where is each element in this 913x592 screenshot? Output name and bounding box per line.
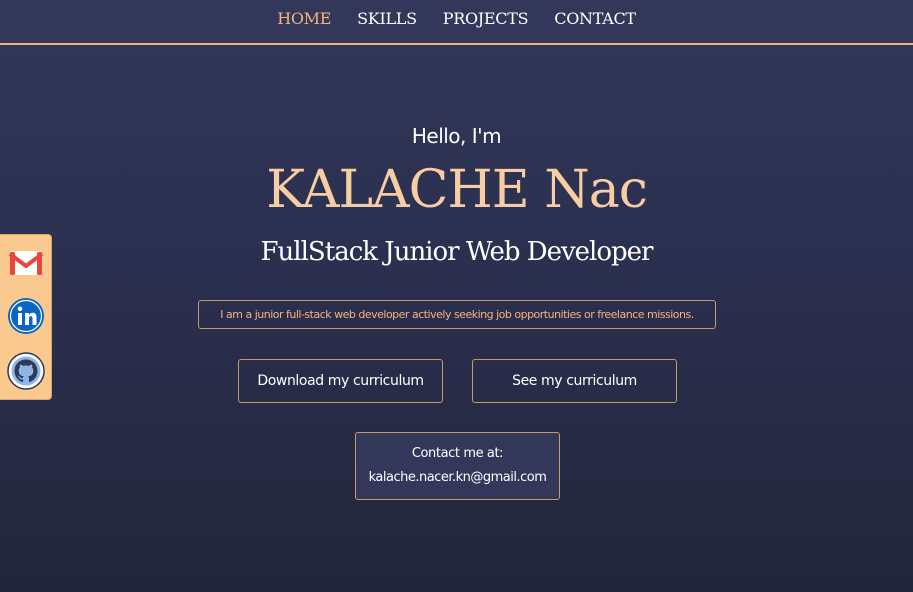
tagline-text: I am a junior full-stack web developer a… — [220, 308, 694, 321]
linkedin-icon[interactable] — [7, 297, 45, 335]
nav-item-projects[interactable]: PROJECTS — [443, 9, 529, 28]
developer-name: KALACHE Nac — [266, 160, 648, 220]
greeting: Hello, I'm — [411, 124, 502, 148]
nav-item-home[interactable]: HOME — [277, 9, 331, 28]
contact-label: Contact me at: — [411, 446, 504, 461]
contact-email: kalache.nacer.kn@gmail.com — [368, 470, 547, 485]
see-curriculum-button[interactable]: See my curriculum — [472, 359, 677, 403]
github-icon[interactable] — [7, 352, 45, 390]
download-curriculum-button[interactable]: Download my curriculum — [238, 359, 443, 403]
tagline-box: I am a junior full-stack web developer a… — [198, 300, 716, 329]
nav-links: HOME SKILLS PROJECTS CONTACT — [0, 9, 913, 28]
nav-item-contact[interactable]: CONTACT — [554, 9, 636, 28]
contact-email-button[interactable]: Contact me at: kalache.nacer.kn@gmail.co… — [355, 432, 560, 500]
navbar: HOME SKILLS PROJECTS CONTACT — [0, 0, 913, 45]
nav-item-skills[interactable]: SKILLS — [357, 9, 417, 28]
developer-role: FullStack Junior Web Developer — [260, 237, 654, 267]
